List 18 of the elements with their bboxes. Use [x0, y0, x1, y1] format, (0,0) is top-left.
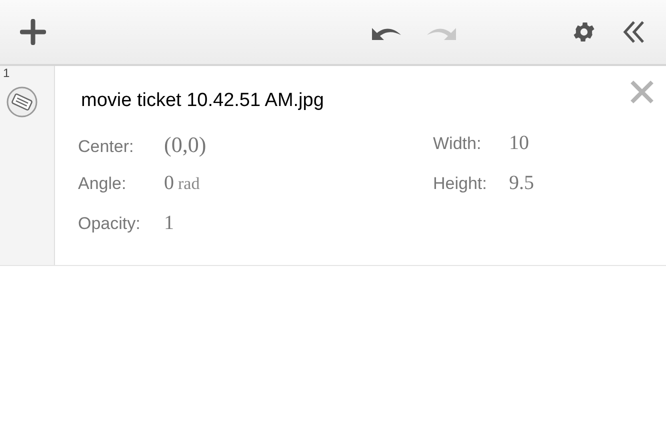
image-filename: movie ticket 10.42.51 AM.jpg — [81, 91, 324, 110]
close-icon — [629, 79, 655, 105]
property-label: Opacity: — [78, 213, 142, 235]
property-value[interactable]: 1 — [164, 208, 174, 238]
unit-label: rad — [178, 173, 200, 195]
property-label: Width: — [433, 133, 482, 155]
property-label: Height: — [433, 173, 488, 195]
double-chevron-icon — [621, 19, 647, 45]
property-label: Center: — [78, 136, 135, 158]
property-label: Angle: — [78, 173, 128, 195]
item-number: 1 — [3, 67, 10, 79]
property-value[interactable]: 0 — [164, 168, 174, 198]
add-button[interactable] — [18, 17, 48, 47]
property-value[interactable]: 10 — [509, 128, 529, 158]
plus-icon — [20, 19, 46, 45]
property-value[interactable]: (0,0) — [164, 128, 206, 161]
property-value[interactable]: 9.5 — [509, 168, 534, 198]
ticket-icon — [6, 86, 38, 118]
